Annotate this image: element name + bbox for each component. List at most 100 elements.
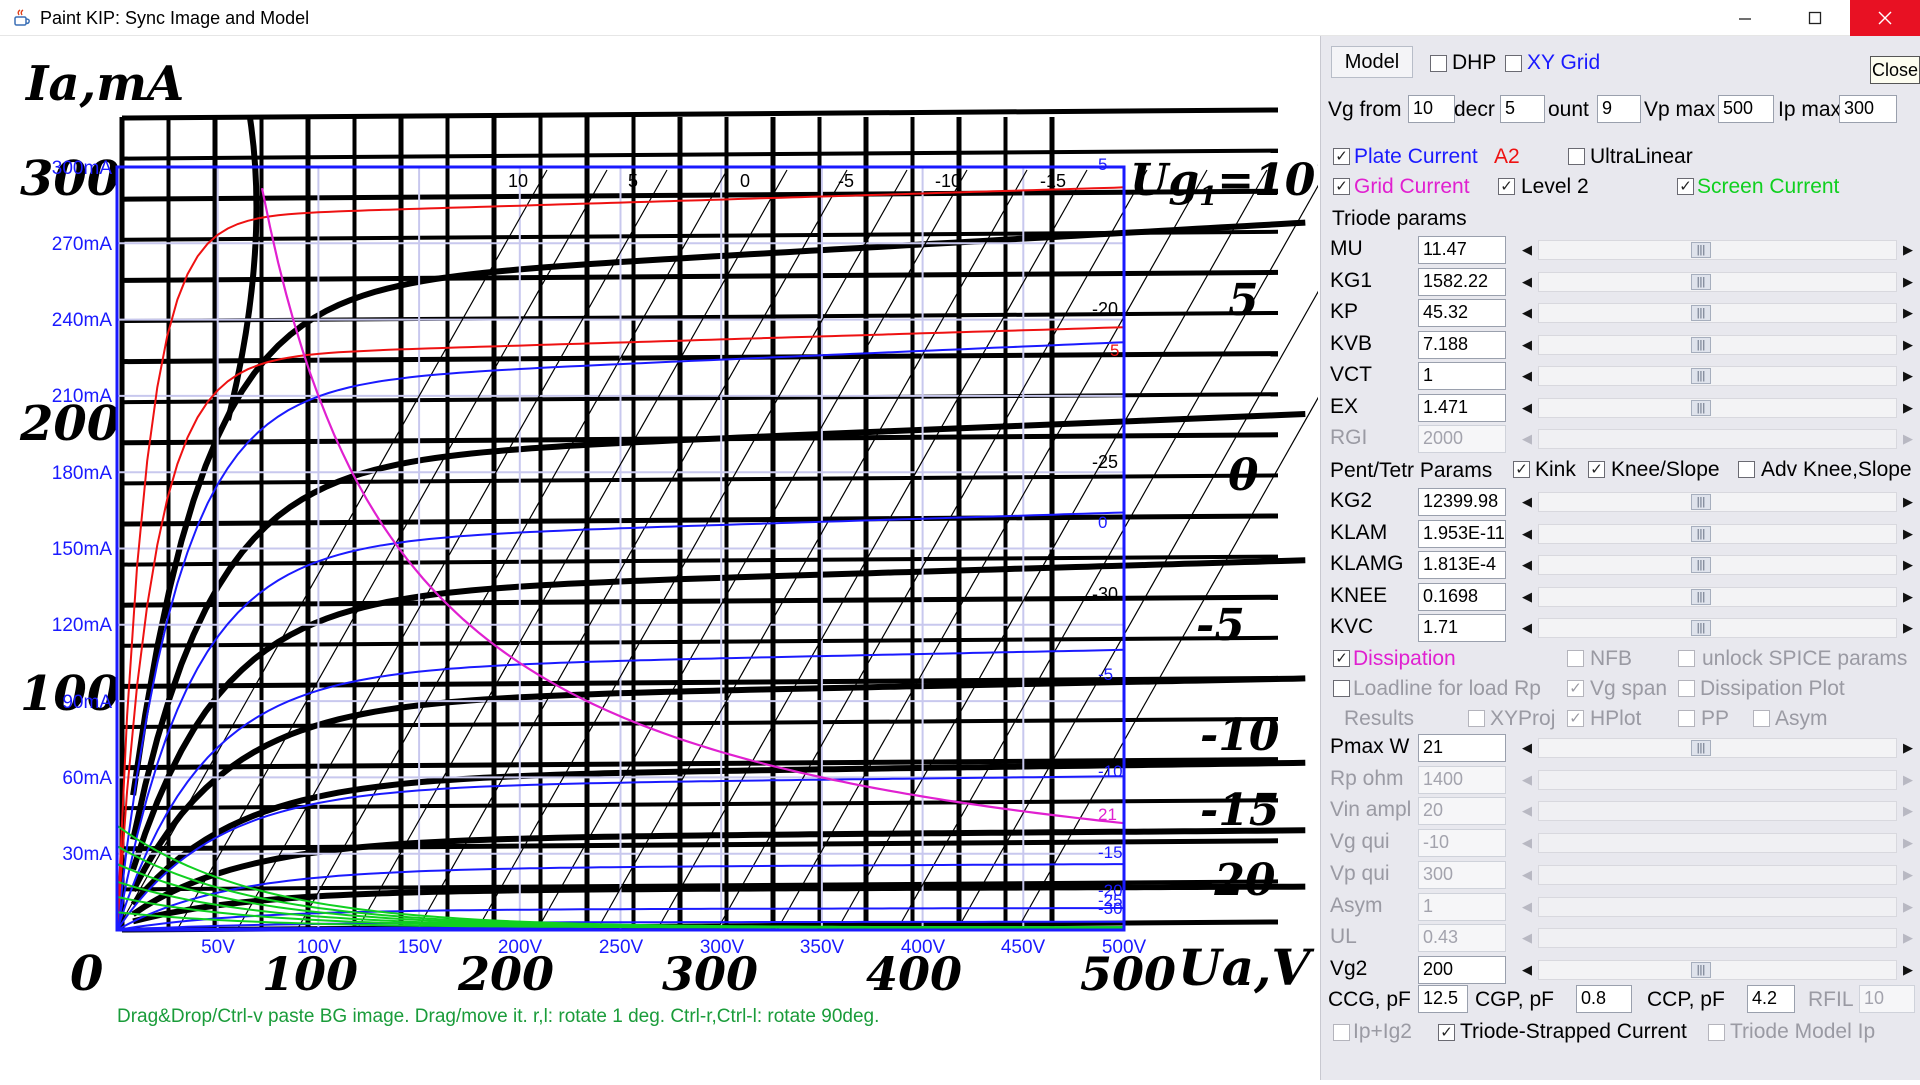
count-field[interactable]: 9 — [1597, 95, 1641, 123]
rfil-field[interactable]: 10 — [1859, 985, 1915, 1013]
param-field-klamg[interactable]: 1.813E-4 — [1418, 551, 1506, 579]
kink-checkbox[interactable]: ✓ — [1513, 461, 1530, 478]
slider-thumb[interactable]: ||| — [1691, 557, 1711, 573]
param-field-kvb[interactable]: 7.188 — [1418, 330, 1506, 359]
nfb-checkbox[interactable] — [1567, 650, 1584, 667]
arrow-right-icon[interactable]: ▶ — [1897, 737, 1919, 759]
param-slider-vg-qui[interactable]: ◀ ▶ — [1516, 830, 1919, 856]
slider-track[interactable] — [1538, 801, 1897, 822]
slider-thumb[interactable]: ||| — [1691, 961, 1711, 978]
slider-thumb[interactable]: ||| — [1691, 620, 1711, 636]
arrow-right-icon[interactable]: ▶ — [1897, 554, 1919, 576]
slider-thumb[interactable]: ||| — [1691, 525, 1711, 542]
cgp-field[interactable]: 0.8 — [1576, 985, 1632, 1013]
slider-track[interactable]: ||| — [1538, 240, 1897, 260]
param-slider-asym[interactable]: ◀ ▶ — [1516, 894, 1919, 920]
arrow-right-icon[interactable]: ▶ — [1897, 365, 1919, 387]
knee-slope-checkbox[interactable]: ✓ — [1588, 461, 1605, 478]
arrow-left-icon[interactable]: ◀ — [1516, 959, 1538, 981]
arrow-left-icon[interactable]: ◀ — [1516, 832, 1538, 854]
screen-current-checkbox[interactable]: ✓ — [1677, 178, 1694, 195]
slider-thumb[interactable]: ||| — [1691, 368, 1711, 384]
param-slider-kvb[interactable]: ◀ ||| ▶ — [1516, 332, 1919, 358]
param-slider-ex[interactable]: ◀ ||| ▶ — [1516, 395, 1919, 421]
plate-current-checkbox[interactable]: ✓ — [1333, 148, 1350, 165]
loadline-checkbox[interactable] — [1333, 680, 1350, 697]
slider-track[interactable]: ||| — [1538, 555, 1897, 575]
plot-canvas[interactable]: Ia,mA Ua,V 0 300 200 100 100 200 300 400… — [0, 36, 1448, 1080]
param-slider-pmax-w[interactable]: ◀ ||| ▶ — [1516, 735, 1919, 761]
triode-strapped-checkbox[interactable]: ✓ — [1438, 1024, 1455, 1041]
grid-current-checkbox[interactable]: ✓ — [1333, 178, 1350, 195]
param-slider-kg2[interactable]: ◀ ||| ▶ — [1516, 489, 1919, 515]
vg-span-checkbox[interactable]: ✓ — [1567, 680, 1584, 697]
param-slider-vg2[interactable]: ◀ ||| ▶ — [1516, 957, 1919, 983]
param-field-mu[interactable]: 11.47 — [1418, 236, 1506, 264]
param-slider-vp-qui[interactable]: ◀ ▶ — [1516, 862, 1919, 888]
ccp-field[interactable]: 4.2 — [1747, 985, 1795, 1013]
param-field-rp-ohm[interactable]: 1400 — [1418, 765, 1506, 794]
close-button[interactable] — [1850, 0, 1920, 36]
arrow-left-icon[interactable]: ◀ — [1516, 586, 1538, 608]
slider-track[interactable]: ||| — [1538, 738, 1897, 758]
arrow-left-icon[interactable]: ◀ — [1516, 271, 1538, 293]
model-button[interactable]: Model — [1331, 46, 1413, 78]
adv-knee-checkbox[interactable] — [1738, 461, 1755, 478]
param-field-pmax-w[interactable]: 21 — [1418, 734, 1506, 762]
param-slider-rp-ohm[interactable]: ◀ ▶ — [1516, 767, 1919, 793]
arrow-right-icon[interactable]: ▶ — [1897, 959, 1919, 981]
arrow-right-icon[interactable]: ▶ — [1897, 617, 1919, 639]
arrow-left-icon[interactable]: ◀ — [1516, 428, 1538, 450]
arrow-right-icon[interactable]: ▶ — [1897, 864, 1919, 886]
ip-ig2-checkbox[interactable] — [1333, 1024, 1350, 1041]
slider-track[interactable] — [1538, 429, 1897, 449]
param-slider-rgi[interactable]: ◀ ▶ — [1516, 426, 1919, 452]
param-field-vg2[interactable]: 200 — [1418, 955, 1506, 984]
arrow-right-icon[interactable]: ▶ — [1897, 586, 1919, 608]
param-slider-klamg[interactable]: ◀ ||| ▶ — [1516, 552, 1919, 578]
arrow-left-icon[interactable]: ◀ — [1516, 617, 1538, 639]
arrow-right-icon[interactable]: ▶ — [1897, 800, 1919, 822]
slider-track[interactable]: ||| — [1538, 959, 1897, 980]
dhp-checkbox[interactable] — [1430, 55, 1447, 72]
slider-track[interactable]: ||| — [1538, 271, 1897, 292]
slider-thumb[interactable]: ||| — [1691, 305, 1711, 321]
slider-track[interactable] — [1538, 896, 1897, 917]
hplot-checkbox[interactable]: ✓ — [1567, 710, 1584, 727]
param-slider-kvc[interactable]: ◀ ||| ▶ — [1516, 615, 1919, 641]
param-field-kg1[interactable]: 1582.22 — [1418, 267, 1506, 296]
pp-checkbox[interactable] — [1678, 710, 1695, 727]
param-field-knee[interactable]: 0.1698 — [1418, 582, 1506, 611]
arrow-left-icon[interactable]: ◀ — [1516, 864, 1538, 886]
slider-track[interactable] — [1538, 928, 1897, 949]
arrow-left-icon[interactable]: ◀ — [1516, 554, 1538, 576]
asym-checkbox[interactable] — [1753, 710, 1770, 727]
slider-thumb[interactable]: ||| — [1691, 494, 1711, 510]
param-slider-vct[interactable]: ◀ ||| ▶ — [1516, 363, 1919, 389]
slider-thumb[interactable]: ||| — [1691, 588, 1711, 605]
maximize-button[interactable] — [1780, 0, 1850, 36]
arrow-right-icon[interactable]: ▶ — [1897, 491, 1919, 513]
slider-track[interactable]: ||| — [1538, 366, 1897, 386]
param-field-asym[interactable]: 1 — [1418, 892, 1506, 921]
slider-thumb[interactable]: ||| — [1691, 399, 1711, 416]
arrow-left-icon[interactable]: ◀ — [1516, 800, 1538, 822]
param-field-vg-qui[interactable]: -10 — [1418, 829, 1506, 858]
slider-thumb[interactable]: ||| — [1691, 273, 1711, 290]
arrow-right-icon[interactable]: ▶ — [1897, 397, 1919, 419]
arrow-left-icon[interactable]: ◀ — [1516, 927, 1538, 949]
slider-thumb[interactable]: ||| — [1691, 242, 1711, 258]
triode-model-ip-checkbox[interactable] — [1708, 1024, 1725, 1041]
xy-grid-checkbox[interactable] — [1505, 55, 1522, 72]
param-field-vin-ampl[interactable]: 20 — [1418, 797, 1506, 826]
slider-track[interactable]: ||| — [1538, 586, 1897, 607]
slider-track[interactable]: ||| — [1538, 523, 1897, 544]
arrow-right-icon[interactable]: ▶ — [1897, 334, 1919, 356]
minimize-button[interactable] — [1710, 0, 1780, 36]
unlock-spice-checkbox[interactable] — [1678, 650, 1695, 667]
slider-thumb[interactable]: ||| — [1691, 336, 1711, 353]
arrow-left-icon[interactable]: ◀ — [1516, 334, 1538, 356]
arrow-left-icon[interactable]: ◀ — [1516, 491, 1538, 513]
param-field-kp[interactable]: 45.32 — [1418, 299, 1506, 327]
param-slider-ul[interactable]: ◀ ▶ — [1516, 925, 1919, 951]
